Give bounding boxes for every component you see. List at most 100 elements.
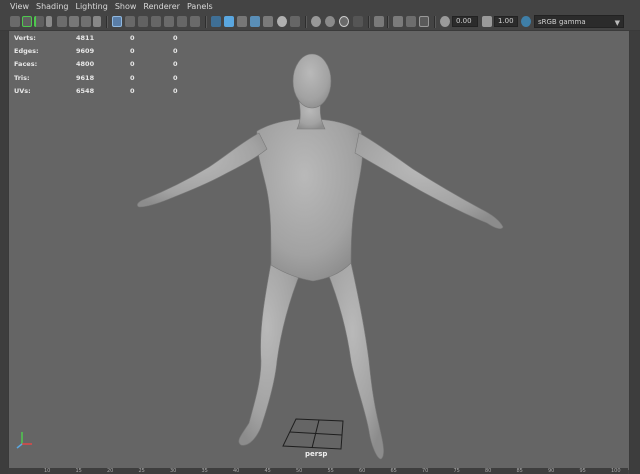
- wireframe-on-shaded-icon[interactable]: [237, 16, 247, 27]
- toolbar-separator: [387, 16, 389, 28]
- hud-value: 6548: [76, 86, 95, 95]
- timeline-tick-label: 70: [422, 468, 429, 474]
- timeline-tick-label: 45: [264, 468, 271, 474]
- hud-value: 0: [173, 73, 178, 82]
- hud-value: 9609: [76, 47, 95, 56]
- timeline-tick-label: 25: [138, 468, 145, 474]
- toolbar-separator: [205, 16, 207, 28]
- hud-label: Faces:: [14, 60, 38, 69]
- chevron-down-icon: ▼: [614, 19, 620, 27]
- gamma-icon[interactable]: [482, 16, 492, 27]
- exposure-field[interactable]: [452, 16, 478, 27]
- gate-mask-icon[interactable]: [151, 16, 161, 27]
- toolbar-separator: [368, 16, 370, 28]
- hud-value: 4800: [76, 60, 95, 69]
- exposure-icon[interactable]: [440, 16, 450, 27]
- timeline-tick-label: 30: [170, 468, 177, 474]
- menu-renderer[interactable]: Renderer: [143, 0, 180, 14]
- timeline-tick-label: 80: [485, 468, 492, 474]
- view-transform-value: sRGB gamma: [538, 18, 586, 26]
- select-camera-icon[interactable]: [10, 16, 20, 27]
- menu-panels[interactable]: Panels: [187, 0, 213, 14]
- time-slider-ruler[interactable]: 10 15 20 25 30 35 40 45 50 55 60 65 70 75 80 85 90 95 100: [8, 468, 628, 474]
- menu-shading[interactable]: Shading: [36, 0, 69, 14]
- timeline-tick-label: 35: [201, 468, 208, 474]
- field-chart-icon[interactable]: [164, 16, 174, 27]
- view-transform-dropdown[interactable]: sRGB gamma ▼: [534, 15, 624, 28]
- toolbar-separator: [305, 16, 307, 28]
- depth-of-field-icon[interactable]: [353, 16, 363, 27]
- use-all-lights-icon[interactable]: [263, 16, 273, 27]
- hud-row-uvs: UVs: 6548 0 0: [14, 86, 189, 99]
- timeline-tick-label: 60: [359, 468, 366, 474]
- toolbar-separator: [434, 16, 436, 28]
- lock-camera-icon[interactable]: [34, 16, 44, 27]
- xray-active-icon[interactable]: [419, 16, 429, 27]
- color-management-icon[interactable]: [521, 16, 531, 27]
- human-mesh: [137, 53, 504, 460]
- xray-icon[interactable]: [393, 16, 403, 27]
- toolbar-separator: [106, 16, 108, 28]
- isolate-select-icon[interactable]: [374, 16, 384, 27]
- film-gate-icon[interactable]: [125, 16, 135, 27]
- camera-attributes-icon[interactable]: [22, 16, 32, 27]
- timeline-tick-label: 40: [233, 468, 240, 474]
- timeline-tick-label: 90: [548, 468, 555, 474]
- timeline-tick-label: 50: [296, 468, 303, 474]
- maya-viewport-panel: View Shading Lighting Show Renderer Pane…: [0, 0, 640, 474]
- hud-row-verts: Verts: 4811 0 0: [14, 33, 189, 46]
- panel-menubar: View Shading Lighting Show Renderer Pane…: [0, 0, 640, 14]
- panel-left-border: [0, 31, 8, 474]
- hud-label: UVs:: [14, 86, 31, 95]
- menu-show[interactable]: Show: [115, 0, 137, 14]
- axis-gizmo: [16, 432, 32, 449]
- anti-aliasing-icon[interactable]: [339, 16, 349, 27]
- menu-view[interactable]: View: [10, 0, 29, 14]
- timeline-tick-label: 95: [579, 468, 586, 474]
- hud-value: 9618: [76, 73, 95, 82]
- grease-pencil-tool-icon[interactable]: [93, 16, 101, 27]
- motion-blur-icon[interactable]: [325, 16, 335, 27]
- panel-right-border: [629, 31, 640, 474]
- hud-value: 0: [173, 86, 178, 95]
- 3d-viewport[interactable]: Verts: 4811 0 0 Edges: 9609 0 0 Faces: 4…: [8, 31, 630, 470]
- hud-value: 0: [130, 60, 135, 69]
- grid-icon[interactable]: [112, 16, 122, 27]
- hud-value: 4811: [76, 34, 95, 42]
- safe-action-icon[interactable]: [177, 16, 187, 27]
- 2d-pan-zoom-icon[interactable]: [81, 16, 91, 27]
- poly-count-hud: Verts: 4811 0 0 Edges: 9609 0 0 Faces: 4…: [14, 33, 189, 99]
- ground-grid: [282, 418, 344, 450]
- hud-label: Edges:: [14, 47, 39, 56]
- hud-value: 0: [173, 60, 178, 69]
- xray-joints-icon[interactable]: [406, 16, 416, 27]
- timeline-tick-label: 15: [75, 468, 82, 474]
- timeline-tick-label: 100: [611, 468, 621, 474]
- hud-value: 0: [130, 86, 135, 95]
- grease-pencil-icon[interactable]: [69, 16, 79, 27]
- hud-value: 0: [130, 73, 135, 82]
- shadows-icon[interactable]: [277, 16, 287, 27]
- timeline-tick-label: 55: [327, 468, 334, 474]
- smooth-shade-icon[interactable]: [224, 16, 234, 27]
- resolution-gate-icon[interactable]: [138, 16, 148, 27]
- wireframe-icon[interactable]: [211, 16, 221, 27]
- timeline-tick-label: 85: [516, 468, 523, 474]
- timeline-tick-label: 65: [390, 468, 397, 474]
- hud-value: 0: [173, 34, 178, 42]
- ambient-occlusion-icon[interactable]: [311, 16, 321, 27]
- hud-label: Verts:: [14, 34, 36, 42]
- menu-lighting[interactable]: Lighting: [75, 0, 107, 14]
- image-plane-icon[interactable]: [57, 16, 67, 27]
- hud-row-tris: Tris: 9618 0 0: [14, 73, 189, 86]
- timeline-tick-label: 75: [453, 468, 460, 474]
- timeline-tick-label: 20: [107, 468, 114, 474]
- hud-row-edges: Edges: 9609 0 0: [14, 46, 189, 59]
- textured-icon[interactable]: [250, 16, 260, 27]
- lights-icon[interactable]: [290, 16, 300, 27]
- bookmark-icon[interactable]: [46, 16, 52, 27]
- gamma-field[interactable]: [494, 16, 518, 27]
- panel-toolbar: sRGB gamma ▼: [0, 14, 640, 31]
- hud-value: 0: [173, 47, 178, 56]
- safe-title-icon[interactable]: [190, 16, 200, 27]
